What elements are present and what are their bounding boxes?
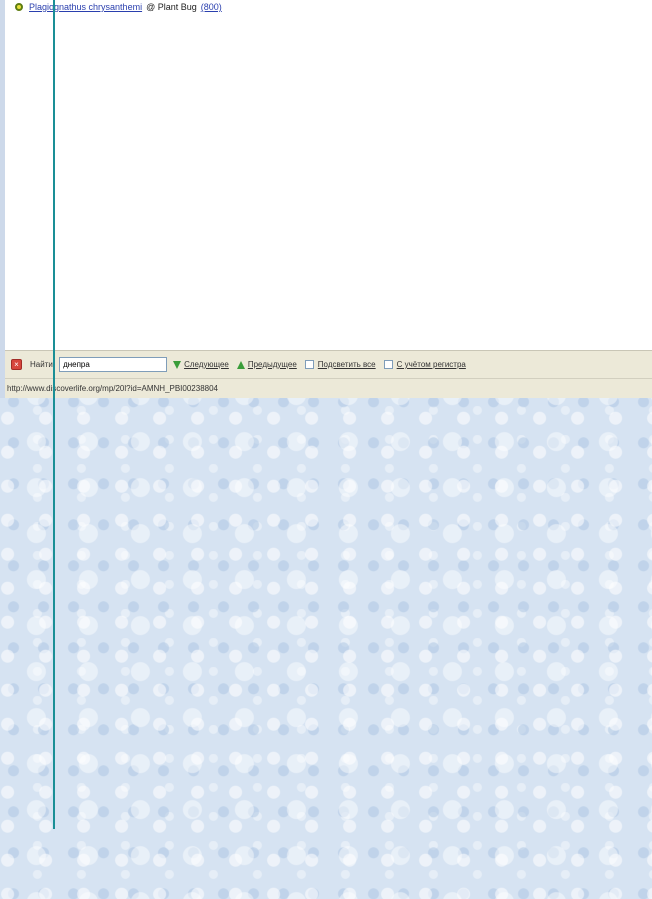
status-url: http://www.discoverlife.org/mp/20l?id=AM…	[7, 384, 218, 393]
page-content: Plagiognathus chrysanthemi @ Plant Bug (…	[5, 0, 652, 350]
find-bar: × Найти: Следующее Предыдущее Подсветить…	[5, 350, 652, 378]
highlight-all-label[interactable]: Подсветить все	[318, 360, 376, 369]
find-previous-button[interactable]: Предыдущее	[248, 360, 297, 369]
arrow-up-icon[interactable]	[236, 360, 245, 369]
match-case-label[interactable]: С учётом регистра	[397, 360, 466, 369]
search-result-line: Plagiognathus chrysanthemi @ Plant Bug (…	[15, 0, 222, 16]
result-description: @ Plant Bug	[146, 2, 197, 12]
status-bar: http://www.discoverlife.org/mp/20l?id=AM…	[5, 378, 652, 398]
count-link[interactable]: (800)	[201, 2, 222, 12]
vertical-guide-line	[53, 0, 55, 829]
species-link[interactable]: Plagiognathus chrysanthemi	[29, 2, 142, 12]
close-icon[interactable]: ×	[11, 359, 22, 370]
match-case-checkbox[interactable]	[383, 360, 393, 369]
bullet-icon	[15, 3, 23, 11]
highlight-all-checkbox[interactable]	[304, 360, 314, 369]
find-input[interactable]	[59, 357, 168, 372]
find-label: Найти:	[30, 360, 56, 369]
arrow-down-icon[interactable]	[173, 360, 182, 369]
find-next-button[interactable]: Следующее	[184, 360, 229, 369]
